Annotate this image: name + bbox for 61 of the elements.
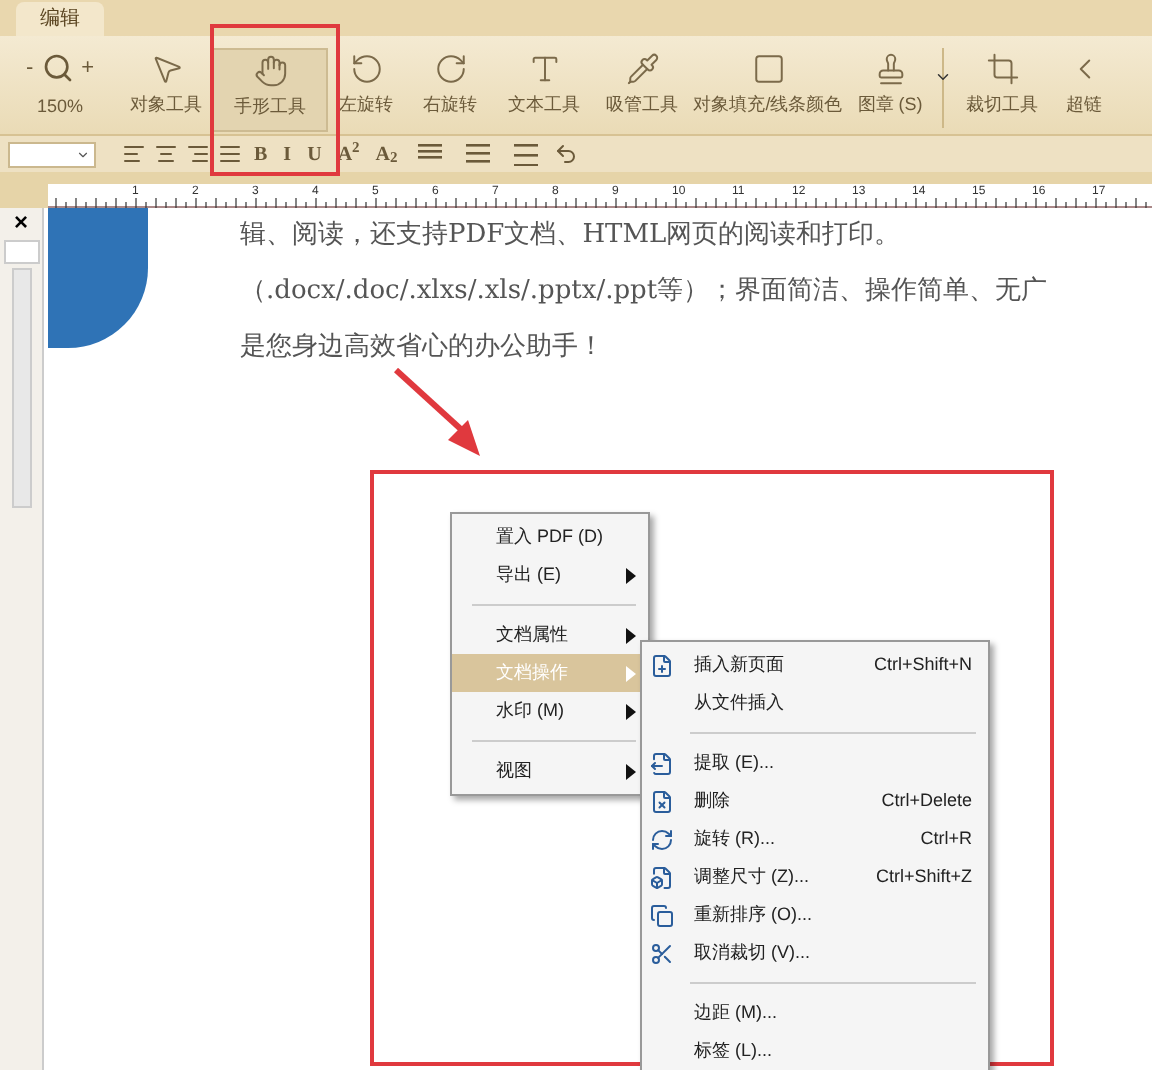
- menu-item[interactable]: 提取 (E)...: [642, 744, 988, 782]
- menu-item[interactable]: 从文件插入: [642, 684, 988, 722]
- align-icon[interactable]: [154, 142, 178, 166]
- tool-button[interactable]: 对象工具: [120, 48, 212, 132]
- menu-item[interactable]: 重新排序 (O)...: [642, 896, 988, 934]
- menu-item[interactable]: 置入 PDF (D): [452, 518, 648, 556]
- tool-button[interactable]: 手形工具: [212, 48, 328, 132]
- format-button[interactable]: U: [301, 139, 328, 169]
- tool-button[interactable]: 对象填充/线条颜色: [692, 48, 844, 132]
- tool-button[interactable]: 图章 (S): [844, 48, 936, 132]
- stamp-icon: [873, 52, 907, 86]
- tool-button[interactable]: 文本工具: [496, 48, 592, 132]
- format-button[interactable]: B: [248, 139, 274, 169]
- rotate-right-icon: [433, 52, 467, 86]
- align-icon[interactable]: [122, 142, 146, 166]
- menu-item[interactable]: 水印 (M): [452, 692, 648, 730]
- zoom-in-button[interactable]: +: [81, 51, 95, 85]
- format-button[interactable]: I: [277, 139, 298, 169]
- zoom-out-button[interactable]: -: [25, 51, 34, 85]
- rotate-left-icon: [349, 52, 383, 86]
- dropdown-icon[interactable]: [934, 68, 952, 86]
- menu-item[interactable]: 删除 Ctrl+Delete: [642, 782, 988, 820]
- format-button[interactable]: A$_{2}$: [369, 139, 404, 169]
- square-icon: [751, 52, 785, 86]
- menu-item[interactable]: 插入新页面 Ctrl+Shift+N: [642, 646, 988, 684]
- undo-icon[interactable]: [553, 142, 578, 166]
- tool-button[interactable]: 超链: [1054, 48, 1114, 132]
- dropdown-icon: [76, 147, 90, 161]
- tool-button[interactable]: 裁切工具: [950, 48, 1054, 132]
- search-icon[interactable]: [41, 52, 74, 84]
- document-text: 是您身边高效省心的办公助手！: [240, 330, 606, 366]
- text-icon: [527, 52, 561, 86]
- document-text: 辑、阅读，还支持PDF文档、HTML网页的阅读和打印。: [240, 218, 903, 254]
- menu-item[interactable]: 调整尺寸 (Z)... Ctrl+Shift+Z: [642, 858, 988, 896]
- panel-field[interactable]: [3, 240, 39, 264]
- tool-button[interactable]: 右旋转: [404, 48, 496, 132]
- pipette-icon: [625, 52, 659, 86]
- close-button[interactable]: ×: [13, 208, 28, 236]
- pointer-arrow: [392, 368, 484, 460]
- decorative-shape: [48, 208, 148, 348]
- document-text: （.docx/.doc/.xlxs/.xls/.pptx/.ppt等）；界面简洁、操作简单、无广: [240, 274, 1050, 310]
- align-icon[interactable]: [218, 142, 242, 166]
- format-button[interactable]: A$^{2}$: [331, 139, 366, 169]
- menu-item[interactable]: 文档属性: [452, 616, 648, 654]
- tool-button[interactable]: 吸管工具: [592, 48, 692, 132]
- line-spacing-icon[interactable]: [511, 142, 540, 166]
- ribbon-tab[interactable]: 编辑: [16, 2, 104, 36]
- align-icon[interactable]: [186, 142, 210, 166]
- scrollbar[interactable]: [11, 268, 31, 508]
- line-spacing-icon[interactable]: [463, 142, 492, 166]
- menu-item[interactable]: 标签 (L)...: [642, 1032, 988, 1070]
- hand-icon: [253, 54, 287, 88]
- zoom-level: 150%: [36, 94, 84, 120]
- crop-icon: [985, 52, 1019, 86]
- menu-item[interactable]: 旋转 (R)... Ctrl+R: [642, 820, 988, 858]
- menu-item[interactable]: 边距 (M)...: [642, 994, 988, 1032]
- pointer-icon: [149, 52, 183, 86]
- menu-item[interactable]: 视图: [452, 752, 648, 790]
- menu-item[interactable]: 导出 (E): [452, 556, 648, 594]
- menu-item[interactable]: 取消裁切 (V)...: [642, 934, 988, 972]
- tool-button[interactable]: 左旋转: [328, 48, 404, 132]
